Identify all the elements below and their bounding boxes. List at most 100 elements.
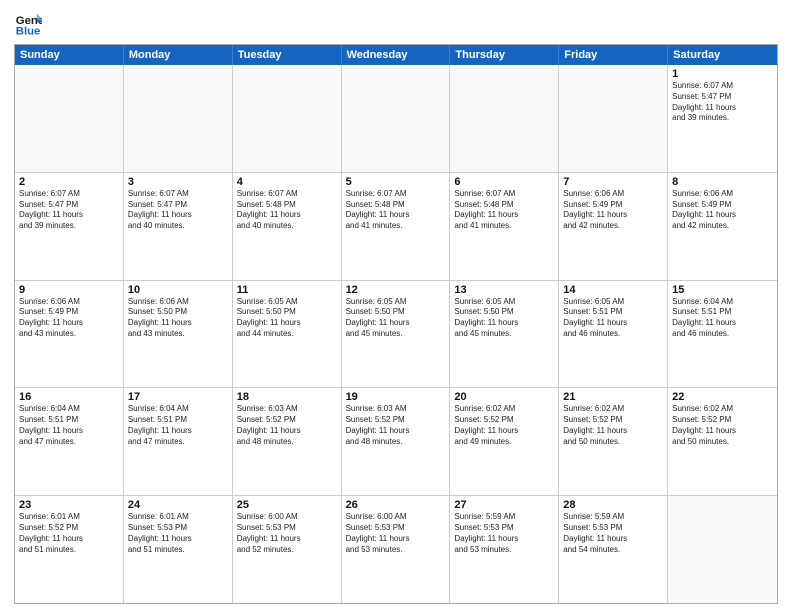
day-number: 13 <box>454 284 554 296</box>
day-info: Sunrise: 5:59 AM Sunset: 5:53 PM Dayligh… <box>454 512 554 555</box>
week-row-5: 23Sunrise: 6:01 AM Sunset: 5:52 PM Dayli… <box>15 495 777 603</box>
day-info: Sunrise: 6:05 AM Sunset: 5:50 PM Dayligh… <box>454 297 554 340</box>
day-number: 25 <box>237 499 337 511</box>
empty-cell <box>233 65 342 172</box>
day-number: 26 <box>346 499 446 511</box>
day-header-friday: Friday <box>559 45 668 65</box>
day-cell-27: 27Sunrise: 5:59 AM Sunset: 5:53 PM Dayli… <box>450 496 559 603</box>
svg-text:Blue: Blue <box>16 26 41 38</box>
day-number: 8 <box>672 176 773 188</box>
day-cell-22: 22Sunrise: 6:02 AM Sunset: 5:52 PM Dayli… <box>668 388 777 495</box>
empty-cell <box>668 496 777 603</box>
day-info: Sunrise: 6:06 AM Sunset: 5:49 PM Dayligh… <box>19 297 119 340</box>
day-cell-1: 1Sunrise: 6:07 AM Sunset: 5:47 PM Daylig… <box>668 65 777 172</box>
day-cell-4: 4Sunrise: 6:07 AM Sunset: 5:48 PM Daylig… <box>233 173 342 280</box>
day-cell-24: 24Sunrise: 6:01 AM Sunset: 5:53 PM Dayli… <box>124 496 233 603</box>
empty-cell <box>450 65 559 172</box>
day-number: 21 <box>563 391 663 403</box>
page-header: General Blue <box>14 10 778 38</box>
day-cell-5: 5Sunrise: 6:07 AM Sunset: 5:48 PM Daylig… <box>342 173 451 280</box>
logo-icon: General Blue <box>14 10 42 38</box>
day-number: 17 <box>128 391 228 403</box>
day-header-tuesday: Tuesday <box>233 45 342 65</box>
day-number: 20 <box>454 391 554 403</box>
day-info: Sunrise: 6:02 AM Sunset: 5:52 PM Dayligh… <box>454 404 554 447</box>
day-cell-28: 28Sunrise: 5:59 AM Sunset: 5:53 PM Dayli… <box>559 496 668 603</box>
day-info: Sunrise: 6:02 AM Sunset: 5:52 PM Dayligh… <box>563 404 663 447</box>
week-row-2: 2Sunrise: 6:07 AM Sunset: 5:47 PM Daylig… <box>15 172 777 280</box>
day-number: 18 <box>237 391 337 403</box>
day-cell-12: 12Sunrise: 6:05 AM Sunset: 5:50 PM Dayli… <box>342 281 451 388</box>
empty-cell <box>124 65 233 172</box>
day-cell-7: 7Sunrise: 6:06 AM Sunset: 5:49 PM Daylig… <box>559 173 668 280</box>
day-info: Sunrise: 6:03 AM Sunset: 5:52 PM Dayligh… <box>346 404 446 447</box>
day-info: Sunrise: 6:05 AM Sunset: 5:50 PM Dayligh… <box>237 297 337 340</box>
day-cell-18: 18Sunrise: 6:03 AM Sunset: 5:52 PM Dayli… <box>233 388 342 495</box>
day-number: 27 <box>454 499 554 511</box>
week-row-1: 1Sunrise: 6:07 AM Sunset: 5:47 PM Daylig… <box>15 65 777 172</box>
calendar: SundayMondayTuesdayWednesdayThursdayFrid… <box>14 44 778 604</box>
day-cell-6: 6Sunrise: 6:07 AM Sunset: 5:48 PM Daylig… <box>450 173 559 280</box>
day-number: 5 <box>346 176 446 188</box>
day-cell-10: 10Sunrise: 6:06 AM Sunset: 5:50 PM Dayli… <box>124 281 233 388</box>
day-cell-25: 25Sunrise: 6:00 AM Sunset: 5:53 PM Dayli… <box>233 496 342 603</box>
logo: General Blue <box>14 10 46 38</box>
day-cell-9: 9Sunrise: 6:06 AM Sunset: 5:49 PM Daylig… <box>15 281 124 388</box>
day-info: Sunrise: 6:06 AM Sunset: 5:50 PM Dayligh… <box>128 297 228 340</box>
day-cell-3: 3Sunrise: 6:07 AM Sunset: 5:47 PM Daylig… <box>124 173 233 280</box>
day-info: Sunrise: 6:07 AM Sunset: 5:47 PM Dayligh… <box>19 189 119 232</box>
day-number: 16 <box>19 391 119 403</box>
calendar-header: SundayMondayTuesdayWednesdayThursdayFrid… <box>15 45 777 65</box>
day-cell-20: 20Sunrise: 6:02 AM Sunset: 5:52 PM Dayli… <box>450 388 559 495</box>
empty-cell <box>559 65 668 172</box>
day-info: Sunrise: 6:00 AM Sunset: 5:53 PM Dayligh… <box>346 512 446 555</box>
week-row-4: 16Sunrise: 6:04 AM Sunset: 5:51 PM Dayli… <box>15 387 777 495</box>
day-info: Sunrise: 6:07 AM Sunset: 5:48 PM Dayligh… <box>237 189 337 232</box>
empty-cell <box>342 65 451 172</box>
day-info: Sunrise: 6:05 AM Sunset: 5:51 PM Dayligh… <box>563 297 663 340</box>
calendar-body: 1 Sunrise: 6:07 AM Sunset: 5:47 PM Daylig… <box>15 65 777 603</box>
day-info: Sunrise: 6:05 AM Sunset: 5:50 PM Dayligh… <box>346 297 446 340</box>
day-number: 4 <box>237 176 337 188</box>
day-info: Sunrise: 6:07 AM Sunset: 5:48 PM Dayligh… <box>454 189 554 232</box>
day-info: Sunrise: 6:03 AM Sunset: 5:52 PM Dayligh… <box>237 404 337 447</box>
day-info: Sunrise: 6:04 AM Sunset: 5:51 PM Dayligh… <box>128 404 228 447</box>
day-cell-15: 15Sunrise: 6:04 AM Sunset: 5:51 PM Dayli… <box>668 281 777 388</box>
day-number: 11 <box>237 284 337 296</box>
day-header-wednesday: Wednesday <box>342 45 451 65</box>
week-row-3: 9Sunrise: 6:06 AM Sunset: 5:49 PM Daylig… <box>15 280 777 388</box>
day-cell-14: 14Sunrise: 6:05 AM Sunset: 5:51 PM Dayli… <box>559 281 668 388</box>
day-number: 23 <box>19 499 119 511</box>
day-number: 6 <box>454 176 554 188</box>
day-number: 22 <box>672 391 773 403</box>
day-cell-13: 13Sunrise: 6:05 AM Sunset: 5:50 PM Dayli… <box>450 281 559 388</box>
day-cell-17: 17Sunrise: 6:04 AM Sunset: 5:51 PM Dayli… <box>124 388 233 495</box>
day-info: Sunrise: 6:07 AM Sunset: 5:47 PM Dayligh… <box>128 189 228 232</box>
day-number: 3 <box>128 176 228 188</box>
day-number: 12 <box>346 284 446 296</box>
day-number: 14 <box>563 284 663 296</box>
day-info: Sunrise: 6:02 AM Sunset: 5:52 PM Dayligh… <box>672 404 773 447</box>
day-header-sunday: Sunday <box>15 45 124 65</box>
day-number: 28 <box>563 499 663 511</box>
day-cell-26: 26Sunrise: 6:00 AM Sunset: 5:53 PM Dayli… <box>342 496 451 603</box>
day-cell-23: 23Sunrise: 6:01 AM Sunset: 5:52 PM Dayli… <box>15 496 124 603</box>
day-info: Sunrise: 6:04 AM Sunset: 5:51 PM Dayligh… <box>19 404 119 447</box>
day-cell-8: 8Sunrise: 6:06 AM Sunset: 5:49 PM Daylig… <box>668 173 777 280</box>
day-info: Sunrise: 6:01 AM Sunset: 5:53 PM Dayligh… <box>128 512 228 555</box>
day-info: Sunrise: 6:06 AM Sunset: 5:49 PM Dayligh… <box>672 189 773 232</box>
day-header-saturday: Saturday <box>668 45 777 65</box>
day-info: Sunrise: 6:01 AM Sunset: 5:52 PM Dayligh… <box>19 512 119 555</box>
day-cell-19: 19Sunrise: 6:03 AM Sunset: 5:52 PM Dayli… <box>342 388 451 495</box>
day-number: 1 <box>672 68 773 80</box>
day-number: 19 <box>346 391 446 403</box>
day-cell-11: 11Sunrise: 6:05 AM Sunset: 5:50 PM Dayli… <box>233 281 342 388</box>
day-number: 9 <box>19 284 119 296</box>
day-header-thursday: Thursday <box>450 45 559 65</box>
day-cell-16: 16Sunrise: 6:04 AM Sunset: 5:51 PM Dayli… <box>15 388 124 495</box>
day-info: Sunrise: 6:07 AM Sunset: 5:48 PM Dayligh… <box>346 189 446 232</box>
day-header-monday: Monday <box>124 45 233 65</box>
day-number: 15 <box>672 284 773 296</box>
empty-cell <box>15 65 124 172</box>
day-info: Sunrise: 6:00 AM Sunset: 5:53 PM Dayligh… <box>237 512 337 555</box>
